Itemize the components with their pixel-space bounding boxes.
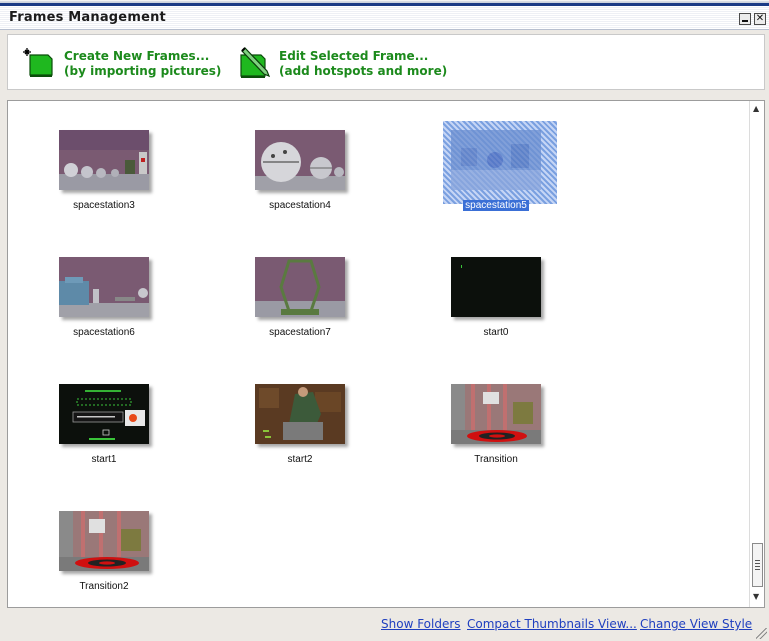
frame-image [59, 511, 149, 571]
frame-image [255, 130, 345, 190]
toolbar: Create New Frames... (by importing pictu… [7, 34, 765, 90]
close-icon: ✕ [755, 13, 765, 24]
compact-thumbnails-link[interactable]: Compact Thumbnails View... [467, 617, 637, 631]
frame-thumbnail[interactable]: spacestation7 [212, 235, 372, 345]
grip-line [755, 560, 760, 561]
frame-image [451, 130, 541, 190]
grip-line [755, 563, 760, 564]
show-folders-link[interactable]: Show Folders [381, 617, 461, 631]
minimize-button[interactable] [739, 13, 751, 25]
frame-thumbnail[interactable]: start2 [212, 362, 372, 472]
frame-thumbnail[interactable]: spacestation6 [16, 235, 176, 345]
scroll-down-arrow-icon[interactable]: ▼ [753, 592, 759, 601]
scroll-up-arrow-icon[interactable]: ▲ [753, 104, 759, 113]
frame-thumbnail-selected[interactable]: spacestation5 [408, 108, 568, 218]
window-title: Frames Management [9, 10, 166, 25]
frame-name: start2 [287, 454, 313, 465]
grip-line [755, 569, 760, 570]
close-button[interactable]: ✕ [754, 13, 766, 25]
selected-frame-name: spacestation5 [463, 200, 529, 211]
frame-image [59, 130, 149, 190]
scrollbar-thumb[interactable] [752, 543, 763, 587]
frame-thumbnail[interactable]: start1 [16, 362, 176, 472]
grip-line [755, 566, 760, 567]
resize-grip-icon[interactable] [756, 628, 767, 639]
frame-thumbnail[interactable]: start0 [408, 235, 568, 345]
create-new-frames-button[interactable]: Create New Frames... (by importing pictu… [22, 45, 222, 81]
footer-bar: Show Folders Compact Thumbnails View... … [0, 612, 769, 641]
edit-frame-icon [240, 47, 271, 78]
frame-image [451, 384, 541, 444]
new-frame-icon [23, 48, 53, 77]
frame-name: spacestation3 [73, 200, 135, 211]
frame-image [255, 257, 345, 317]
frame-name: Transition2 [79, 581, 129, 592]
frame-name: spacestation7 [269, 327, 331, 338]
frame-thumbnail[interactable]: spacestation3 [16, 108, 176, 218]
frame-image [59, 384, 149, 444]
frame-image [59, 257, 149, 317]
frame-thumbnail[interactable]: spacestation4 [212, 108, 372, 218]
frame-image [255, 384, 345, 444]
frames-thumbnail-panel: spacestation3 spacestation4 spacestation… [7, 100, 765, 608]
edit-frame-sublabel: (add hotspots and more) [279, 64, 448, 78]
frame-name: spacestation4 [269, 200, 331, 211]
frame-thumbnail[interactable]: Transition [408, 362, 568, 472]
edit-selected-frame-button[interactable]: Edit Selected Frame... (add hotspots and… [237, 45, 447, 81]
vertical-scrollbar[interactable]: ▲ ▼ [749, 101, 764, 607]
frame-thumbnail[interactable]: Transition2 [16, 489, 176, 599]
frame-name: start0 [483, 327, 509, 338]
create-frames-sublabel: (by importing pictures) [64, 64, 222, 78]
frame-name: start1 [91, 454, 117, 465]
minimize-icon [742, 20, 748, 22]
frame-name: Transition [474, 454, 518, 465]
frame-name: spacestation5 [408, 200, 584, 211]
title-bar[interactable]: Frames Management ✕ [0, 6, 769, 30]
frame-name: spacestation6 [73, 327, 135, 338]
change-view-style-link[interactable]: Change View Style [640, 617, 752, 631]
frame-image [451, 257, 541, 317]
edit-frame-label: Edit Selected Frame... [279, 49, 429, 63]
create-frames-label: Create New Frames... [64, 49, 210, 63]
